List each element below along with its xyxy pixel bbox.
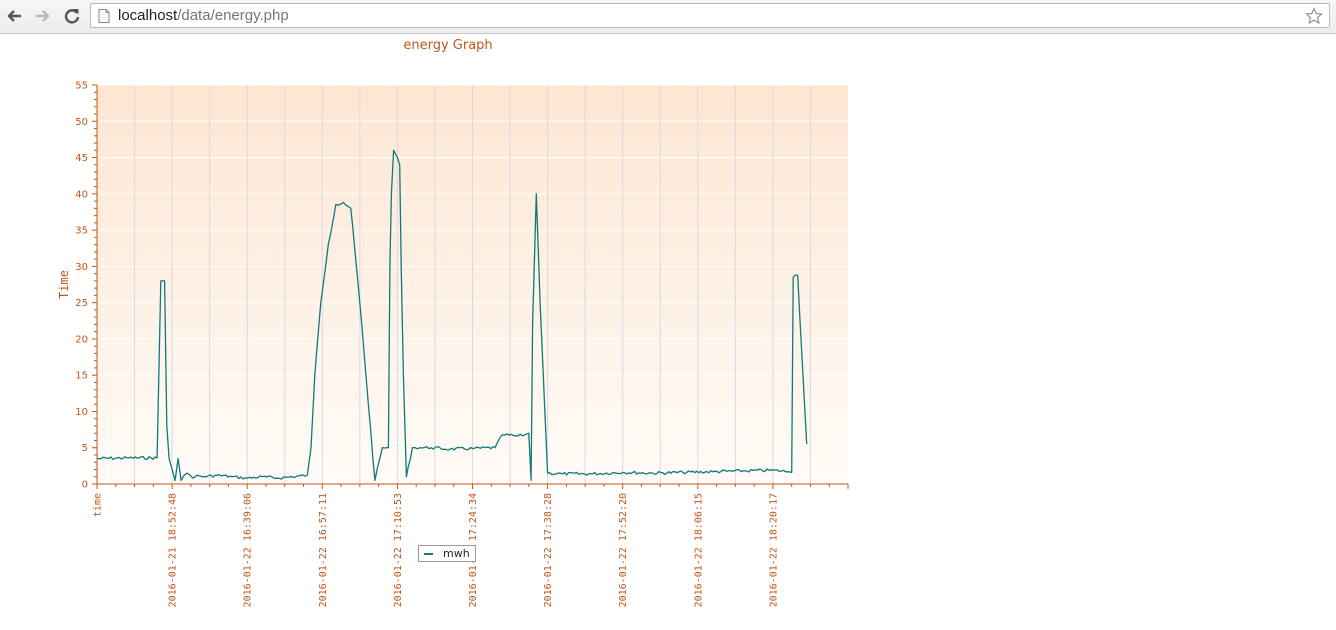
y-tick-label: 0 [82, 480, 88, 491]
x-tick-label: 2016-01-21 18:52:48 [168, 493, 179, 607]
x-tick-label: 2016-01-22 17:38:28 [543, 493, 554, 607]
x-tick-label: 2016-01-22 17:52:20 [618, 493, 629, 607]
chart: 0 5 10 15 20 25 30 35 40 45 50 55 time 2016-01-21 18:… [57, 81, 849, 607]
y-axis-label: Time [57, 270, 71, 299]
x-tick-label: 2016-01-22 16:57:11 [318, 493, 329, 607]
x-tick-label: 2016-01-22 16:39:06 [243, 493, 254, 607]
x-tick-label: 2016-01-22 18:06:15 [693, 493, 704, 607]
y-tick-label: 35 [75, 226, 88, 237]
legend-label: mwh [443, 547, 470, 560]
x-tick-label: 2016-01-22 17:10:53 [393, 493, 404, 607]
y-tick-label: 20 [75, 334, 88, 345]
y-tick-label: 15 [75, 371, 88, 382]
y-tick-label: 50 [75, 117, 88, 128]
y-tick-label: 55 [75, 81, 88, 92]
x-tick-label: time [93, 493, 104, 517]
y-tick-label: 10 [75, 407, 88, 418]
y-tick-label: 5 [82, 443, 88, 454]
legend: mwh [418, 545, 476, 562]
y-tick-label: 30 [75, 262, 88, 273]
y-tick-label: 45 [75, 153, 88, 164]
y-tick-label: 40 [75, 189, 88, 200]
gridlines [97, 84, 848, 484]
y-tick-label: 25 [75, 298, 88, 309]
legend-swatch [424, 553, 433, 555]
x-tick-label: 2016-01-22 18:20:17 [768, 493, 779, 607]
